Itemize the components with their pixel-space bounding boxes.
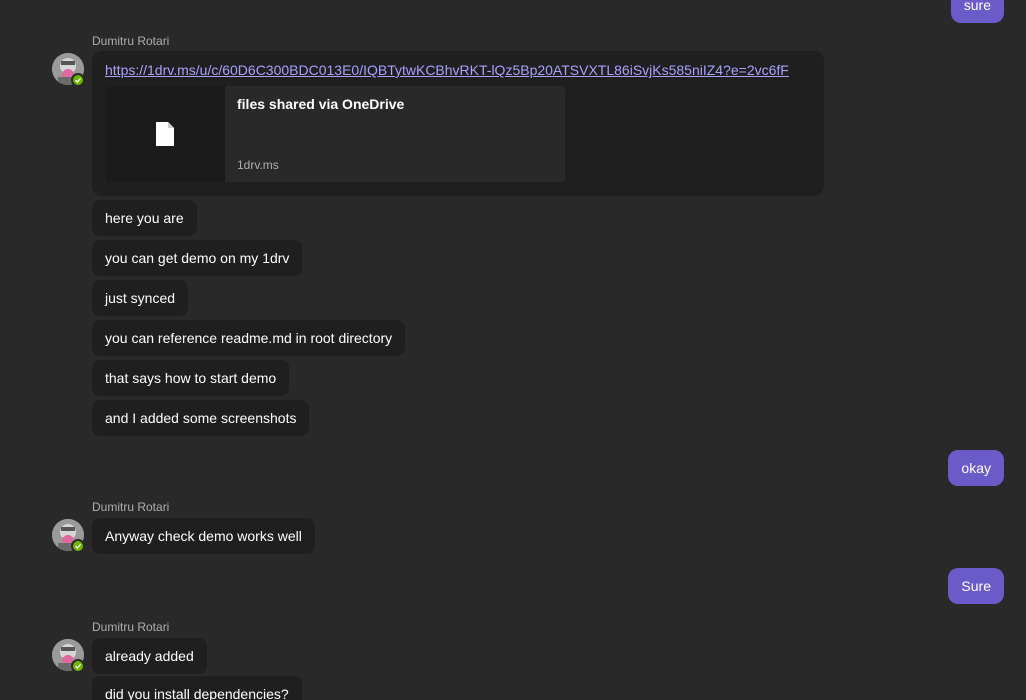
incoming-message[interactable]: Anyway check demo works well: [92, 518, 315, 554]
incoming-message[interactable]: you can reference readme.md in root dire…: [92, 320, 406, 356]
incoming-message[interactable]: just synced: [92, 280, 189, 316]
incoming-message[interactable]: that says how to start demo: [92, 360, 290, 396]
document-icon: [105, 86, 225, 182]
sender-name: Dumitru Rotari: [92, 620, 170, 634]
avatar[interactable]: [52, 639, 85, 673]
link-message: https://1drv.ms/u/c/60D6C300BDC013E0/IQB…: [92, 51, 824, 196]
avatar[interactable]: [52, 53, 85, 87]
sender-name: Dumitru Rotari: [92, 34, 170, 48]
incoming-message[interactable]: and I added some screenshots: [92, 400, 310, 436]
shared-link[interactable]: https://1drv.ms/u/c/60D6C300BDC013E0/IQB…: [105, 62, 815, 78]
incoming-message[interactable]: here you are: [92, 200, 197, 236]
incoming-message[interactable]: already added: [92, 638, 207, 674]
incoming-message[interactable]: did you install dependencies?: [92, 676, 302, 700]
outgoing-message[interactable]: Sure: [948, 568, 1004, 604]
link-preview-title: files shared via OneDrive: [237, 96, 405, 112]
sender-name: Dumitru Rotari: [92, 500, 170, 514]
link-preview-card[interactable]: files shared via OneDrive 1drv.ms: [105, 86, 565, 182]
presence-available-icon: [71, 659, 85, 673]
link-preview-domain: 1drv.ms: [237, 158, 279, 172]
outgoing-message[interactable]: okay: [948, 450, 1004, 486]
presence-available-icon: [71, 539, 85, 553]
outgoing-message[interactable]: sure: [950, 0, 1004, 23]
chat-thread: sure Dumitru Rotari https://1drv.ms/u/c/…: [0, 0, 1026, 700]
incoming-message[interactable]: you can get demo on my 1drv: [92, 240, 303, 276]
avatar[interactable]: [52, 519, 85, 553]
presence-available-icon: [71, 73, 85, 87]
